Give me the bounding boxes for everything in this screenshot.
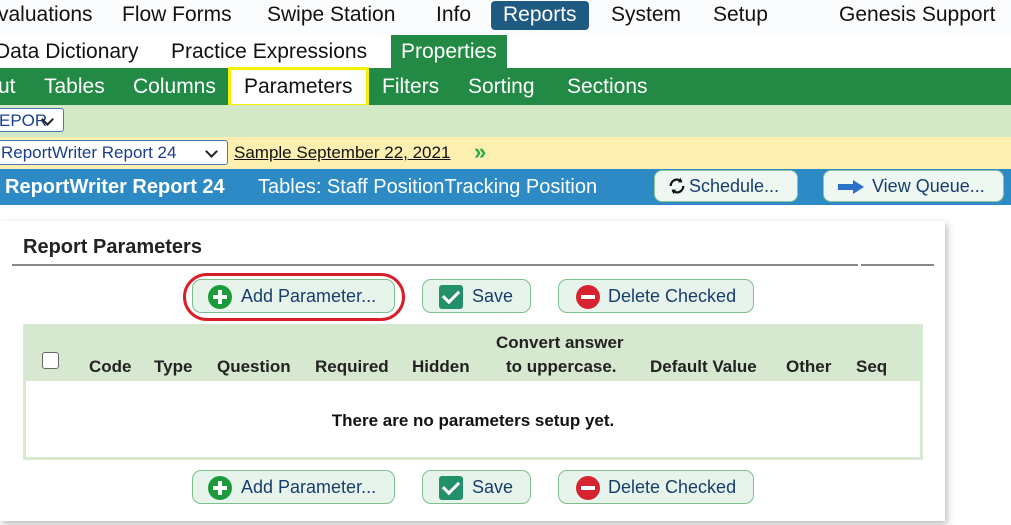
- col-hidden[interactable]: Hidden: [412, 357, 470, 377]
- delete-checked-button-bottom[interactable]: Delete Checked: [558, 470, 754, 504]
- col-code[interactable]: Code: [89, 357, 132, 377]
- nav-evaluations[interactable]: valuations: [0, 0, 93, 32]
- nav-system[interactable]: System: [611, 0, 681, 32]
- top-nav: valuations Flow Forms Swipe Station Info…: [0, 0, 1011, 34]
- tab-layout[interactable]: ut: [0, 68, 16, 105]
- col-question[interactable]: Question: [217, 357, 291, 377]
- report-select[interactable]: ReportWriter Report 24: [0, 140, 228, 165]
- subnav-data-dictionary[interactable]: Data Dictionary: [0, 35, 139, 68]
- schedule-button-label: Schedule...: [689, 176, 780, 196]
- tab-sorting[interactable]: Sorting: [468, 68, 535, 105]
- title-divider: [12, 264, 858, 266]
- table-header: Code Type Question Required Hidden Conve…: [26, 327, 920, 381]
- nav-swipe-station[interactable]: Swipe Station: [267, 0, 395, 32]
- minus-circle-icon: [576, 285, 600, 309]
- nav-info[interactable]: Info: [436, 0, 471, 32]
- col-default-value[interactable]: Default Value: [650, 357, 757, 377]
- delete-checked-label: Delete Checked: [608, 477, 737, 497]
- minus-circle-icon: [576, 476, 600, 500]
- sub-nav: Data Dictionary Practice Expressions Pro…: [0, 35, 1011, 68]
- save-label: Save: [472, 477, 514, 497]
- nav-setup[interactable]: Setup: [713, 0, 768, 32]
- add-parameter-label: Add Parameter...: [241, 477, 377, 497]
- report-title: ReportWriter Report 24: [5, 176, 225, 198]
- category-select-value: EPOR: [0, 111, 48, 130]
- title-divider-right: [861, 264, 934, 266]
- delete-checked-button-top[interactable]: Delete Checked: [558, 279, 754, 313]
- tab-sections[interactable]: Sections: [567, 68, 648, 105]
- report-parameters-panel: Report Parameters Add Parameter... Save …: [0, 221, 945, 521]
- save-button-top[interactable]: Save: [422, 279, 531, 313]
- tab-filters[interactable]: Filters: [382, 68, 439, 105]
- col-convert-uppercase-line2[interactable]: to uppercase.: [506, 357, 617, 377]
- delete-checked-label: Delete Checked: [608, 286, 737, 306]
- subnav-properties[interactable]: Properties: [391, 35, 507, 68]
- annotation-circle: [183, 273, 405, 321]
- parameters-table: Code Type Question Required Hidden Conve…: [23, 324, 923, 460]
- select-all-checkbox[interactable]: [42, 352, 59, 369]
- panel-title: Report Parameters: [23, 236, 202, 258]
- checkmark-icon: [439, 476, 463, 500]
- tab-tables[interactable]: Tables: [44, 68, 105, 105]
- save-button-bottom[interactable]: Save: [422, 470, 531, 504]
- schedule-button[interactable]: Schedule...: [654, 170, 798, 202]
- properties-tab-bar: ut Tables Columns Parameters Filters Sor…: [0, 67, 1011, 107]
- tab-parameters[interactable]: Parameters: [228, 67, 369, 107]
- save-label: Save: [472, 286, 514, 306]
- view-queue-button[interactable]: View Queue...: [823, 170, 1004, 202]
- col-other[interactable]: Other: [786, 357, 831, 377]
- checkmark-icon: [439, 285, 463, 309]
- view-queue-button-label: View Queue...: [872, 176, 985, 196]
- category-select[interactable]: EPOR: [0, 108, 64, 132]
- add-parameter-button-bottom[interactable]: Add Parameter...: [192, 470, 395, 504]
- chevron-down-icon: [205, 145, 218, 158]
- refresh-icon: [669, 177, 685, 195]
- report-bar: ReportWriter Report 24 Sample September …: [0, 137, 1011, 169]
- empty-table-message: There are no parameters setup yet.: [331, 411, 615, 430]
- nav-reports[interactable]: Reports: [491, 1, 589, 30]
- nav-flow-forms[interactable]: Flow Forms: [122, 0, 232, 32]
- arrow-right-icon: [838, 180, 864, 194]
- sample-date-link[interactable]: Sample September 22, 2021: [234, 141, 450, 165]
- report-tables: Tables: Staff PositionTracking Position: [258, 176, 598, 198]
- nav-user-menu[interactable]: Genesis Support: [839, 0, 995, 32]
- col-required[interactable]: Required: [315, 357, 389, 377]
- report-header: ReportWriter Report 24 Tables: Staff Pos…: [0, 169, 1011, 205]
- col-convert-uppercase-line1[interactable]: Convert answer: [496, 333, 624, 353]
- report-select-value: ReportWriter Report 24: [1, 143, 177, 162]
- double-chevron-right-icon[interactable]: »: [474, 141, 486, 163]
- col-seq[interactable]: Seq: [856, 357, 887, 377]
- plus-circle-icon: [208, 476, 232, 500]
- col-type[interactable]: Type: [154, 357, 192, 377]
- category-bar: EPOR: [0, 105, 1011, 137]
- tab-columns[interactable]: Columns: [133, 68, 216, 105]
- subnav-practice-expressions[interactable]: Practice Expressions: [171, 35, 367, 68]
